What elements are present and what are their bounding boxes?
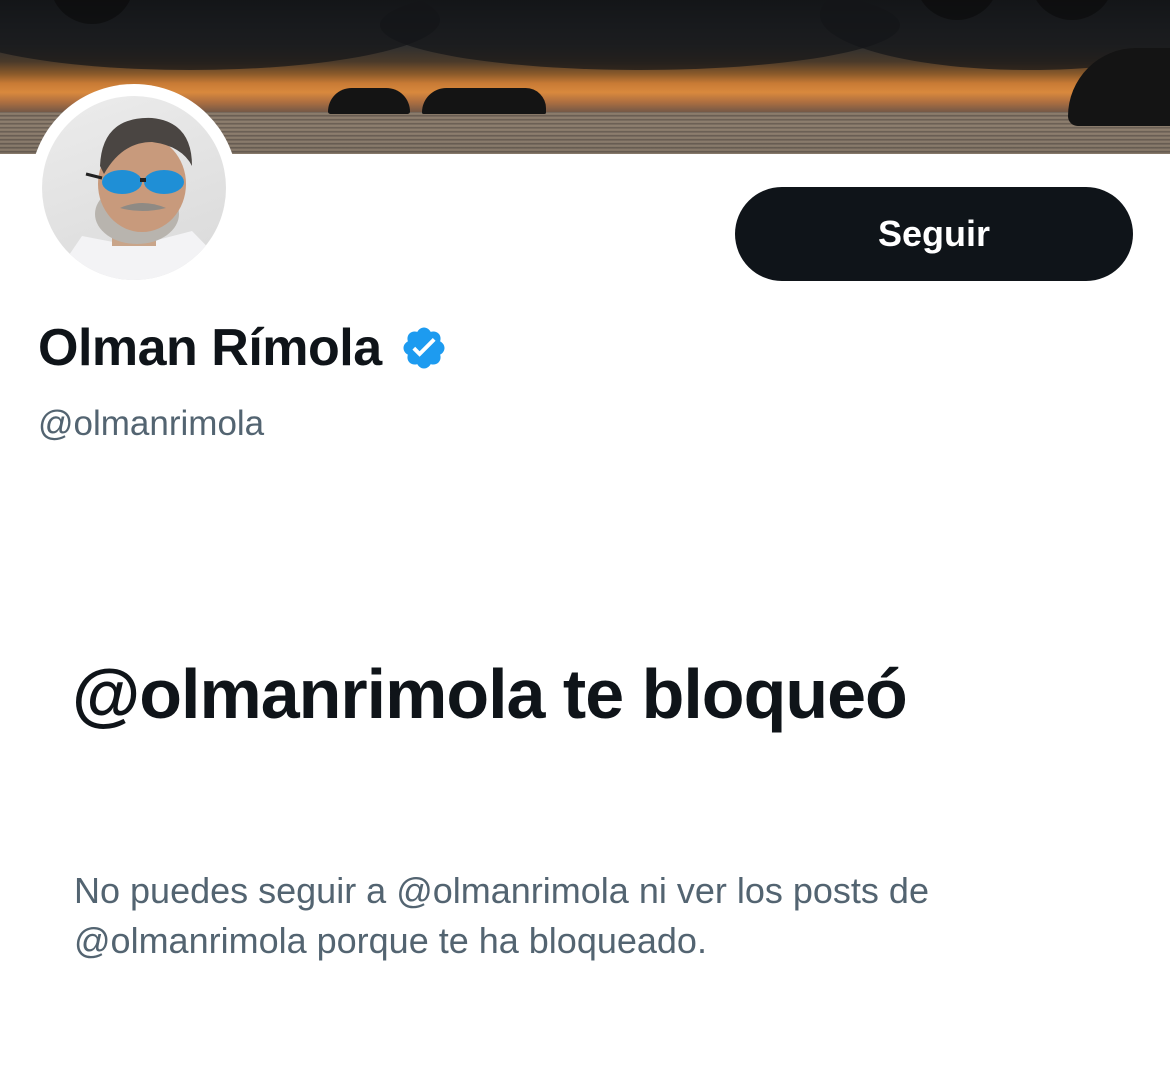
follow-button[interactable]: Seguir <box>735 187 1133 281</box>
blocked-title: @olmanrimola te bloqueó <box>72 655 908 733</box>
blocked-description: No puedes seguir a @olmanrimola ni ver l… <box>74 870 929 961</box>
verified-badge-icon <box>400 324 448 372</box>
profile-avatar[interactable] <box>30 84 238 292</box>
rock-silhouette <box>328 88 410 114</box>
rock-silhouette <box>422 88 546 114</box>
display-name: Olman Rímola <box>38 319 382 377</box>
profile-handle: @olmanrimola <box>38 404 265 443</box>
profile-name-row: Olman Rímola <box>38 318 448 378</box>
avatar-photo <box>42 96 226 280</box>
